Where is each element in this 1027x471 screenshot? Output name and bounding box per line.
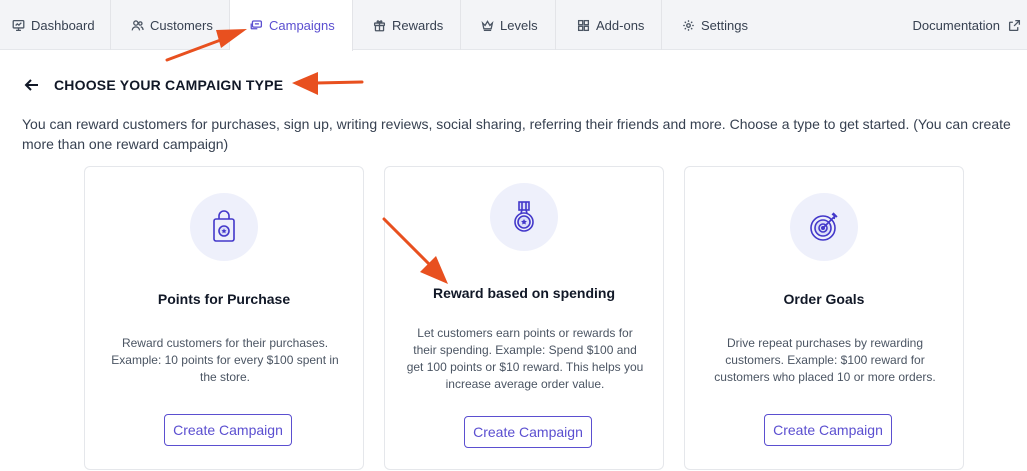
card-description: Let customers earn points or rewards for… — [406, 326, 644, 391]
campaign-card-reward-based-on-spending: Reward based on spending Let customers e… — [384, 166, 664, 470]
card-title: Order Goals — [783, 291, 865, 307]
monitor-icon — [12, 19, 25, 31]
tab-customers[interactable]: Customers — [111, 0, 230, 50]
tab-label: Dashboard — [31, 17, 95, 33]
card-description: Reward customers for their purchases. Ex… — [111, 336, 339, 384]
card-description: Drive repeat purchases by rewarding cust… — [714, 336, 936, 384]
tab-label: Customers — [150, 17, 213, 33]
documentation-label: Documentation — [912, 17, 1000, 33]
back-button[interactable] — [24, 77, 40, 93]
documentation-link[interactable]: Documentation — [913, 0, 1027, 50]
medal-icon — [514, 201, 534, 232]
tab-label: Levels — [500, 17, 538, 33]
tab-levels[interactable]: Levels — [461, 0, 556, 50]
grid-icon — [577, 19, 590, 31]
target-icon — [810, 212, 838, 241]
gift-icon — [373, 19, 386, 31]
page-title: CHOOSE YOUR CAMPAIGN TYPE — [54, 77, 284, 93]
arrow-to-page-title — [292, 72, 364, 95]
campaign-card-order-goals: Order Goals Drive repeat purchases by re… — [684, 166, 964, 470]
tab-label: Rewards — [392, 17, 444, 33]
tab-add-ons[interactable]: Add-ons — [556, 0, 662, 50]
users-icon — [131, 19, 144, 30]
card-icon-wrap — [190, 193, 258, 261]
page-heading: CHOOSE YOUR CAMPAIGN TYPE — [24, 74, 283, 96]
tab-label: Settings — [701, 17, 748, 33]
create-campaign-button[interactable]: Create Campaign — [164, 414, 292, 446]
external-link-icon — [1008, 19, 1021, 31]
card-title: Reward based on spending — [432, 285, 616, 301]
tab-campaigns[interactable]: Campaigns — [230, 0, 353, 51]
page-description: You can reward customers for purchases, … — [22, 116, 1011, 152]
tab-dashboard[interactable]: Dashboard — [0, 0, 111, 50]
gear-icon — [683, 19, 694, 31]
arrow-left-icon — [24, 79, 38, 91]
shopping-bag-icon — [213, 210, 235, 242]
nav-tabs: Dashboard Customers Campaigns Rewards Le… — [0, 0, 1027, 51]
tab-label: Campaigns — [269, 18, 335, 33]
create-campaign-button[interactable]: Create Campaign — [464, 416, 592, 448]
tab-settings[interactable]: Settings — [662, 0, 772, 50]
card-icon-wrap — [490, 183, 558, 251]
card-icon-wrap — [790, 193, 858, 261]
crown-icon — [481, 19, 494, 31]
chat-icon — [250, 20, 263, 30]
create-campaign-button[interactable]: Create Campaign — [764, 414, 892, 446]
card-title: Points for Purchase — [157, 291, 291, 307]
tab-rewards[interactable]: Rewards — [353, 0, 461, 50]
tab-label: Add-ons — [596, 17, 645, 33]
campaign-card-points-for-purchase: Points for Purchase Reward customers for… — [84, 166, 364, 470]
